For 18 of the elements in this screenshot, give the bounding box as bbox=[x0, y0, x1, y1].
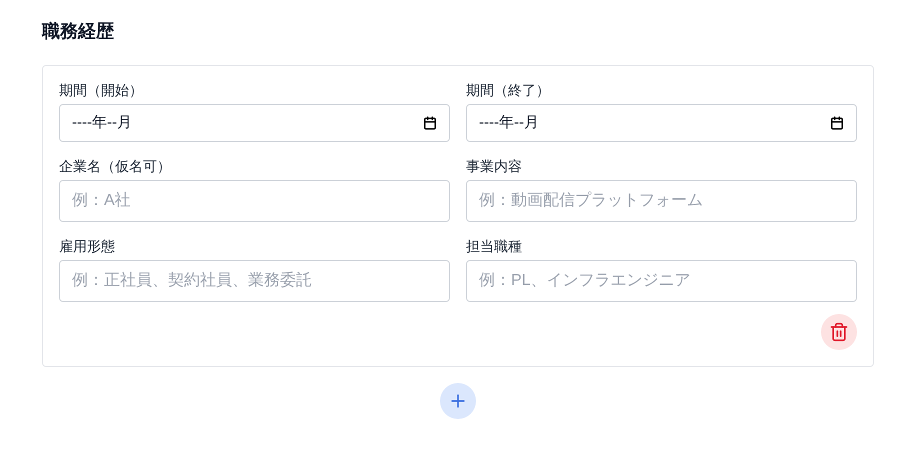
field-label: 事業内容 bbox=[466, 157, 523, 176]
field-label: 雇用形態 bbox=[59, 237, 116, 256]
field-label: 担当職種 bbox=[466, 237, 523, 256]
input-field[interactable]: 例：動画配信プラットフォーム bbox=[466, 180, 857, 222]
trash-icon bbox=[829, 322, 849, 342]
delete-button[interactable] bbox=[821, 314, 857, 350]
month-field[interactable]: ----年--月 bbox=[466, 104, 857, 142]
input-field[interactable]: 例：PL、インフラエンジニア bbox=[466, 260, 857, 302]
add-button[interactable] bbox=[440, 383, 476, 419]
input-field[interactable]: 例：正社員、契約社員、業務委託 bbox=[59, 260, 450, 302]
month-field[interactable]: ----年--月 bbox=[59, 104, 450, 142]
calendar-icon bbox=[830, 116, 844, 130]
field-label: 企業名（仮名可） bbox=[59, 157, 172, 176]
input-field[interactable]: 例：A社 bbox=[59, 180, 450, 222]
calendar-icon bbox=[423, 116, 437, 130]
section-title: 職務経歴 bbox=[42, 20, 115, 43]
field-label: 期間（終了） bbox=[466, 81, 551, 100]
field-label: 期間（開始） bbox=[59, 81, 144, 100]
